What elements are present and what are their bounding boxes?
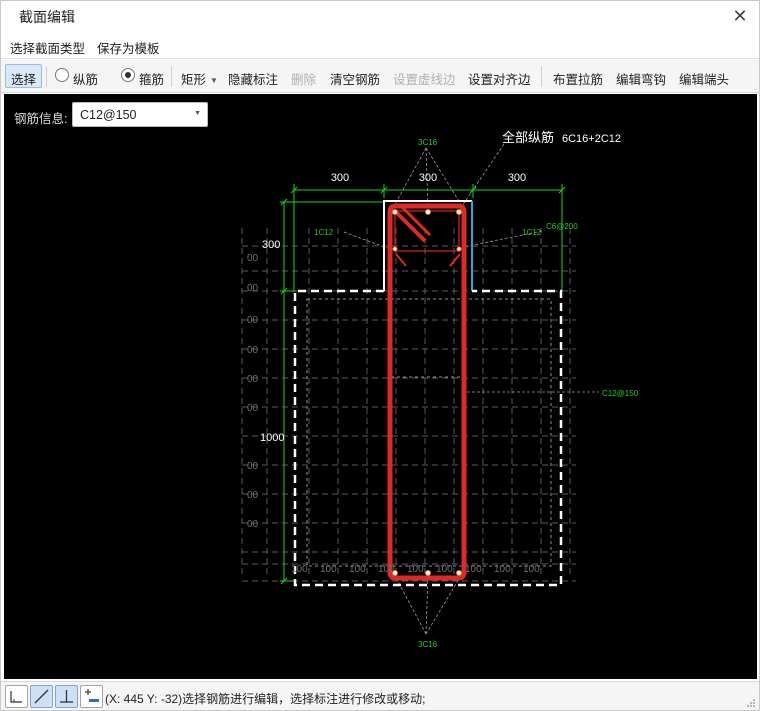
left-side-label: 1C12 xyxy=(314,228,334,237)
axis-label: 00 xyxy=(247,345,259,356)
section-outline[interactable] xyxy=(293,200,563,587)
set-dashed-edge-button[interactable]: 设置虚线边 xyxy=(393,69,456,88)
cover-lines xyxy=(306,206,552,567)
bottom-dim: 100 xyxy=(407,564,424,575)
axis-label: 00 xyxy=(247,283,259,294)
delete-button[interactable]: 删除 xyxy=(291,69,316,88)
top-dim-3: 300 xyxy=(508,172,526,184)
rebar-info-select[interactable]: C12@150 ▼ xyxy=(72,102,208,127)
hide-dims-button[interactable]: 隐藏标注 xyxy=(228,69,278,88)
stirrup-top-label: C6@200 xyxy=(546,222,578,231)
line-snap-button[interactable] xyxy=(30,685,53,708)
plus-point-icon xyxy=(85,689,99,702)
bottom-dim: 100 xyxy=(494,564,511,575)
grid xyxy=(241,228,576,582)
right-side-label: 1C12 xyxy=(522,228,542,237)
shape-dropdown-label: 矩形 xyxy=(181,73,207,87)
section-drawing[interactable]: 300 300 300 300 1000 00 00 00 00 00 00 0… xyxy=(4,94,757,679)
status-message: (X: 445 Y: -32)选择钢筋进行编辑，选择标注进行修改或移动; xyxy=(105,690,426,707)
bottom-dim: 100 xyxy=(523,564,540,575)
status-coord: (X: 445 Y: -32) xyxy=(105,692,183,706)
stirrup-main-label: C12@150 xyxy=(602,389,639,398)
bottom-dim: 100 xyxy=(436,564,453,575)
chevron-down-icon: ▼ xyxy=(194,110,201,117)
diagonal-line-icon xyxy=(34,689,49,704)
top-dim-2: 300 xyxy=(419,172,437,184)
menu-bar: 选择截面类型 保存为模板 xyxy=(1,32,759,59)
perpendicular-icon xyxy=(60,690,73,703)
longitudinal-radio[interactable] xyxy=(55,68,69,82)
axis-label: 00 xyxy=(247,403,259,414)
section-editor-window: 截面编辑 ✕ 选择截面类型 保存为模板 选择 纵筋 箍筋 矩形 ▼ 隐藏标注 删除… xyxy=(0,0,760,711)
axis-label: 00 xyxy=(247,490,259,501)
rebar-info-label: 钢筋信息: xyxy=(14,112,68,126)
add-point-button[interactable] xyxy=(80,685,103,708)
toolbar-divider xyxy=(171,66,172,87)
all-long-value: 6C16+2C12 xyxy=(562,133,621,145)
menu-save-as-template[interactable]: 保存为模板 xyxy=(97,38,160,57)
stirrup-label[interactable]: 箍筋 xyxy=(139,69,164,88)
window-title: 截面编辑 xyxy=(19,9,75,25)
stirrups[interactable] xyxy=(387,203,467,581)
left-dim-top: 300 xyxy=(262,239,280,251)
dimension-lines xyxy=(280,184,566,585)
left-dim-main: 1000 xyxy=(260,432,284,444)
title-bar: 截面编辑 ✕ xyxy=(1,1,759,31)
edit-end-button[interactable]: 编辑端头 xyxy=(679,69,729,88)
stirrup-radio[interactable] xyxy=(121,68,135,82)
toolbar: 选择 纵筋 箍筋 矩形 ▼ 隐藏标注 删除 清空钢筋 设置虚线边 设置对齐边 布置… xyxy=(1,60,759,93)
longitudinal-label[interactable]: 纵筋 xyxy=(73,69,98,88)
ortho-corner-button[interactable] xyxy=(5,685,28,708)
corner-snap-icon xyxy=(10,691,22,703)
drawing-canvas[interactable]: 300 300 300 300 1000 00 00 00 00 00 00 0… xyxy=(4,94,757,679)
status-hint: 选择钢筋进行编辑，选择标注进行修改或移动; xyxy=(182,692,426,706)
chevron-down-icon: ▼ xyxy=(210,76,218,85)
select-button[interactable]: 选择 xyxy=(5,64,43,88)
perpendicular-snap-button[interactable] xyxy=(55,685,78,708)
close-icon[interactable]: ✕ xyxy=(729,5,751,27)
bottom-dim: 100 xyxy=(291,564,308,575)
bottom-dim: 100 xyxy=(378,564,395,575)
place-tie-button[interactable]: 布置拉筋 xyxy=(553,69,603,88)
menu-select-section-type[interactable]: 选择截面类型 xyxy=(10,38,85,57)
all-long-label: 全部纵筋 xyxy=(502,130,554,145)
set-align-edge-button[interactable]: 设置对齐边 xyxy=(468,69,531,88)
axis-label: 00 xyxy=(247,315,259,326)
axis-label: 00 xyxy=(247,253,259,264)
toolbar-divider xyxy=(46,66,47,87)
shape-dropdown[interactable]: 矩形 ▼ xyxy=(181,69,218,88)
axis-label: 00 xyxy=(247,374,259,385)
axis-label: 00 xyxy=(247,461,259,472)
clear-rebar-button[interactable]: 清空钢筋 xyxy=(330,69,380,88)
bottom-dim: 100 xyxy=(320,564,337,575)
rebar-info-value: C12@150 xyxy=(80,108,137,122)
bottom-dim: 100 xyxy=(465,564,482,575)
axis-label: 00 xyxy=(247,519,259,530)
top-dim-1: 300 xyxy=(331,172,349,184)
bottom-dim: 100 xyxy=(349,564,366,575)
edit-hook-button[interactable]: 编辑弯钩 xyxy=(616,69,666,88)
toolbar-divider xyxy=(541,66,542,87)
top-bar-label: 3C16 xyxy=(418,138,438,147)
resize-grip-icon[interactable] xyxy=(747,699,755,707)
bottom-bar-label: 3C16 xyxy=(418,640,438,649)
status-bar: (X: 445 Y: -32)选择钢筋进行编辑，选择标注进行修改或移动; xyxy=(1,681,759,710)
